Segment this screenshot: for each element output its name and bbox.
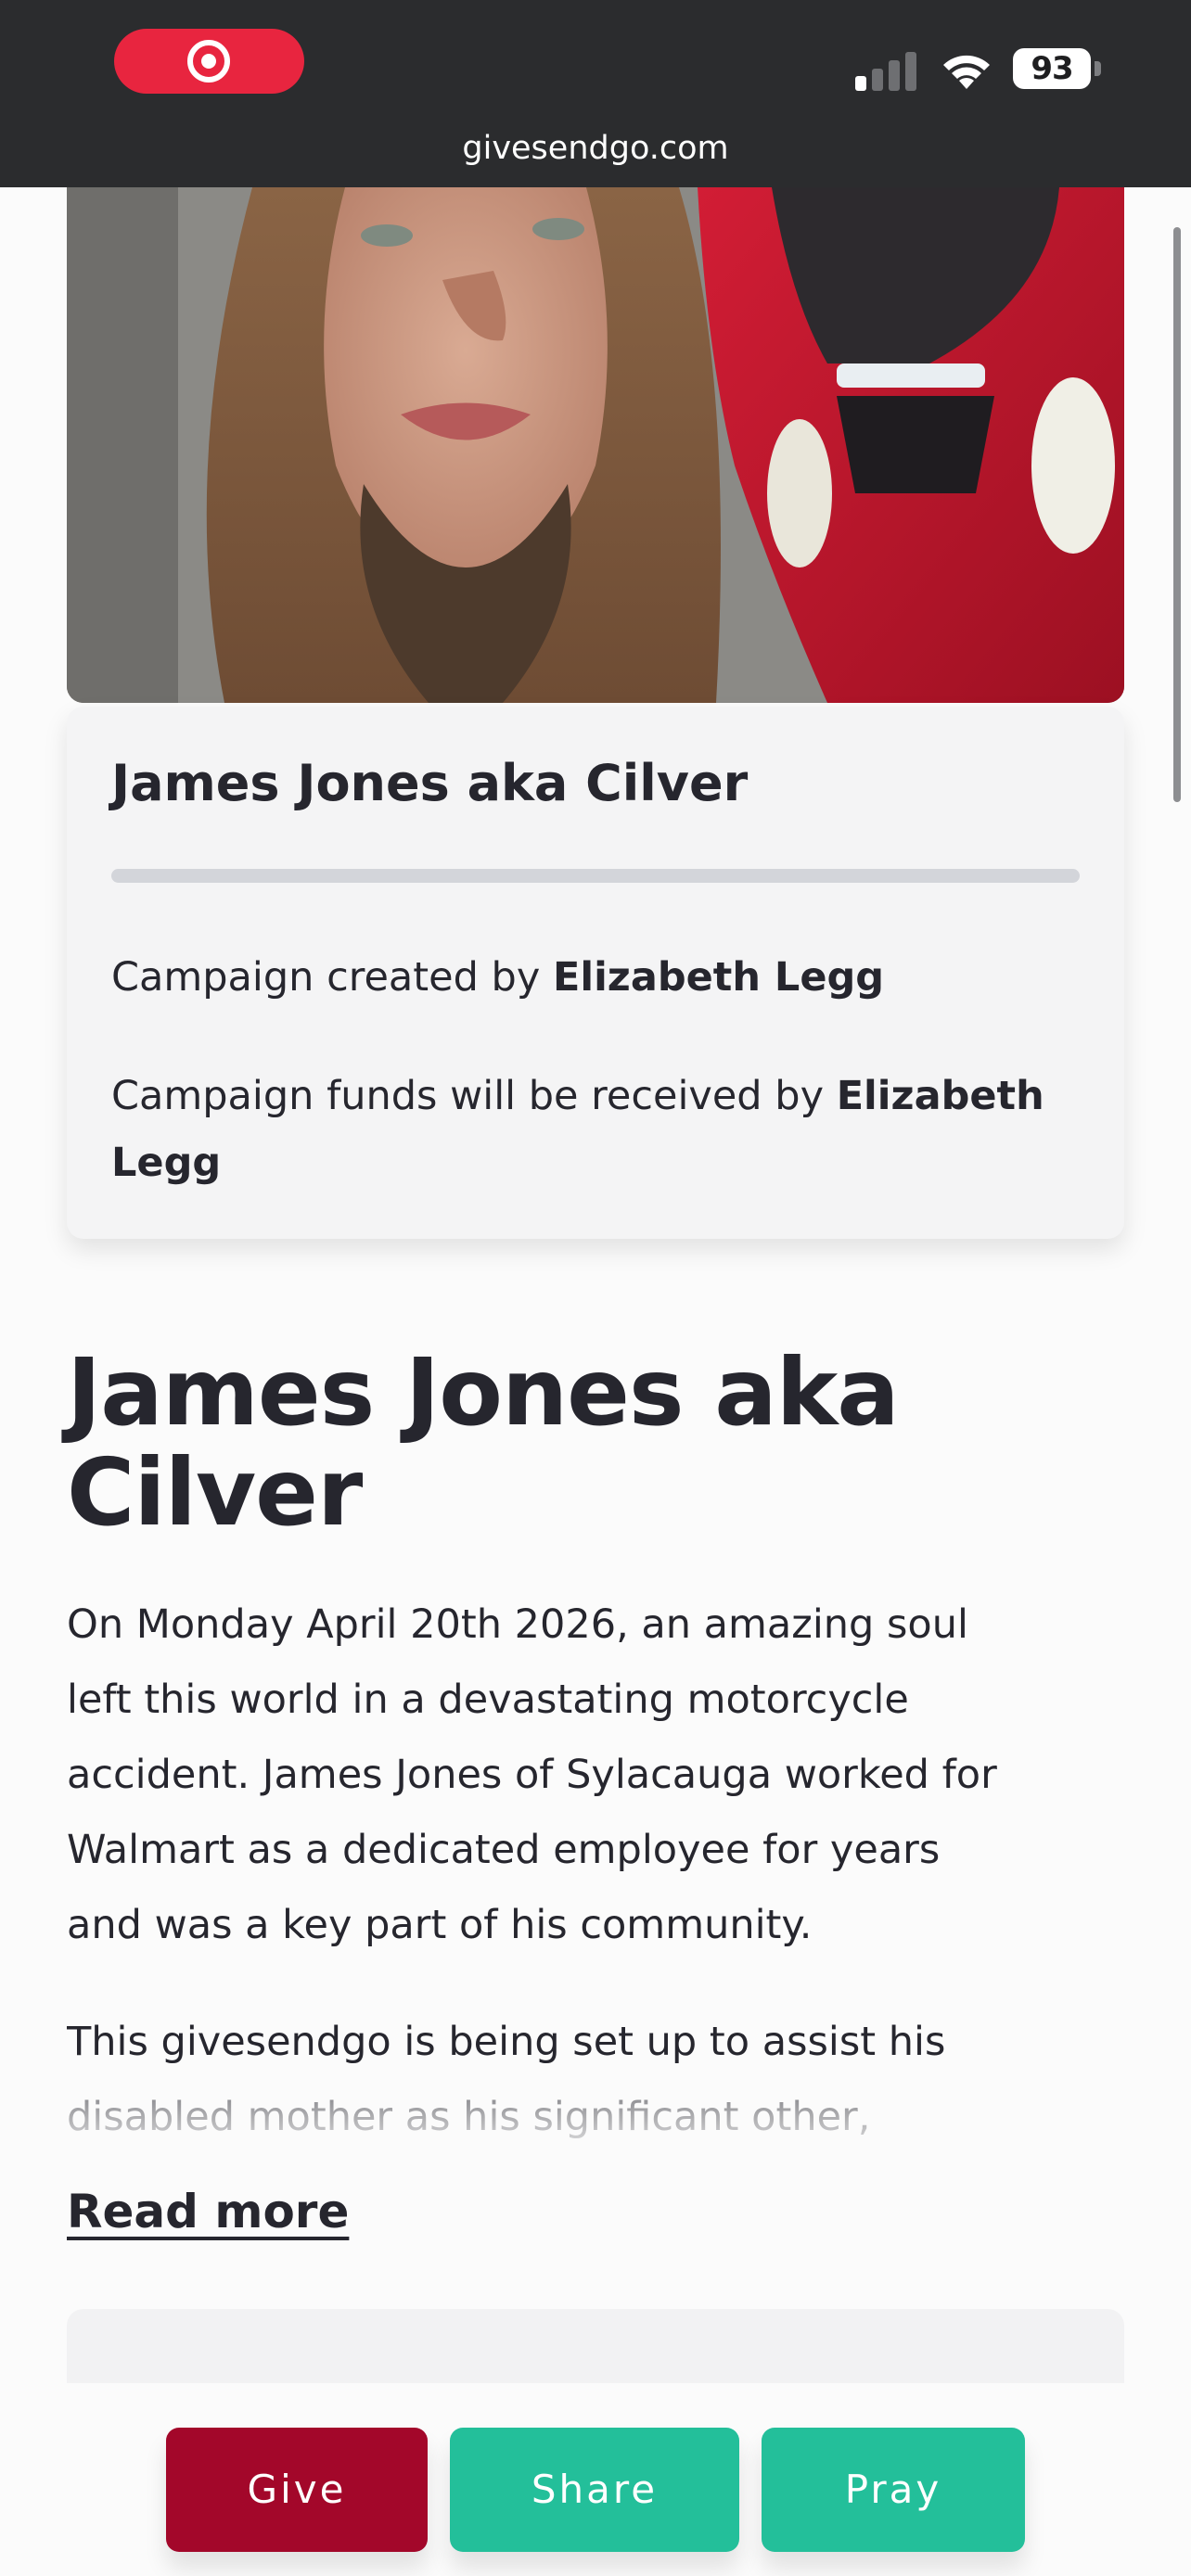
campaign-photo[interactable] [67, 187, 1124, 703]
story-paragraph-1: On Monday April 20th 2026, an amazing so… [67, 1601, 997, 1948]
pray-button[interactable]: Pray [762, 2428, 1025, 2552]
give-button[interactable]: Give [166, 2428, 428, 2552]
action-bar: Give Share Pray [0, 2383, 1191, 2576]
story-title: James Jones aka Cilver [67, 1338, 900, 1547]
status-bar: 93 givesendgo.com [0, 0, 1191, 187]
creator-name[interactable]: Elizabeth Legg [553, 954, 884, 1001]
battery-icon: 93 [1013, 48, 1091, 89]
screen-recording-indicator[interactable] [114, 29, 304, 94]
wifi-icon [943, 55, 990, 89]
read-more-link[interactable]: Read more [67, 2181, 349, 2242]
battery-cap [1095, 61, 1101, 76]
campaign-creator: Campaign created by Elizabeth Legg [111, 950, 1080, 1005]
receiver-prefix: Campaign funds will be received by [111, 1073, 837, 1119]
screen-record-icon [187, 40, 230, 83]
signal-icon [855, 46, 918, 91]
creator-prefix: Campaign created by [111, 954, 553, 1001]
address-bar-url[interactable]: givesendgo.com [0, 128, 1191, 169]
campaign-info-card: James Jones aka Cilver Campaign created … [67, 707, 1124, 1239]
page: 93 givesendgo.com James Jones aka Cilver… [0, 0, 1191, 2576]
share-button[interactable]: Share [450, 2428, 739, 2552]
scrollbar[interactable] [1173, 227, 1181, 802]
funds-receiver: Campaign funds will be received by Eliza… [111, 1063, 1057, 1196]
funding-progress-bar [111, 869, 1080, 883]
story-fade-overlay [0, 2077, 1191, 2161]
card-title[interactable]: James Jones aka Cilver [111, 753, 748, 814]
